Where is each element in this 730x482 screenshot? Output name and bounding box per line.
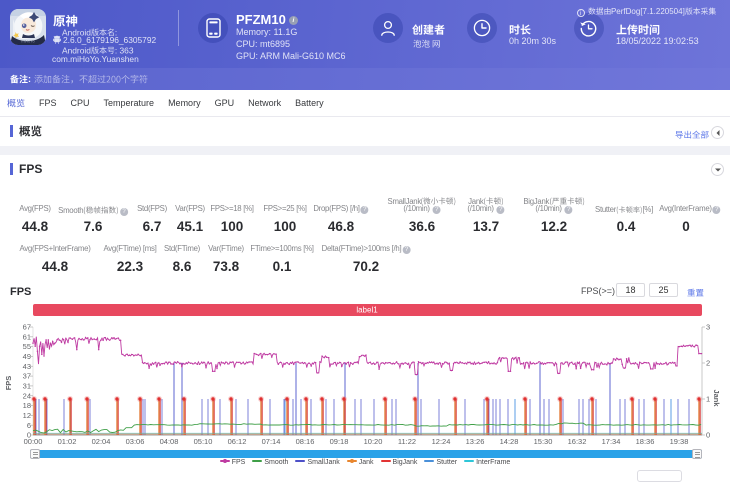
svg-text:3: 3 <box>706 323 710 332</box>
svg-text:02:04: 02:04 <box>92 437 111 446</box>
svg-text:12: 12 <box>23 411 31 420</box>
svg-text:49: 49 <box>23 352 31 361</box>
svg-text:13:26: 13:26 <box>466 437 485 446</box>
svg-text:67: 67 <box>23 323 31 332</box>
svg-text:18:36: 18:36 <box>636 437 655 446</box>
svg-text:09:18: 09:18 <box>330 437 349 446</box>
svg-text:2: 2 <box>706 359 710 368</box>
svg-text:37: 37 <box>23 372 31 381</box>
svg-text:19:38: 19:38 <box>670 437 689 446</box>
svg-text:05:10: 05:10 <box>194 437 213 446</box>
svg-text:14:28: 14:28 <box>500 437 519 446</box>
svg-text:04:08: 04:08 <box>160 437 179 446</box>
svg-text:17:34: 17:34 <box>602 437 621 446</box>
svg-text:07:14: 07:14 <box>262 437 281 446</box>
svg-text:label1: label1 <box>356 306 378 315</box>
svg-text:FPS: FPS <box>4 376 13 391</box>
svg-text:24: 24 <box>23 391 31 400</box>
svg-text:55: 55 <box>23 342 31 351</box>
svg-text:12:24: 12:24 <box>432 437 451 446</box>
svg-text:0: 0 <box>706 431 710 440</box>
svg-text:Jank: Jank <box>712 389 721 407</box>
svg-text:15:30: 15:30 <box>534 437 553 446</box>
svg-text:16:32: 16:32 <box>568 437 587 446</box>
svg-text:18: 18 <box>23 401 31 410</box>
svg-text:06:12: 06:12 <box>228 437 247 446</box>
svg-text:00:00: 00:00 <box>24 437 43 446</box>
svg-text:03:06: 03:06 <box>126 437 145 446</box>
svg-text:01:02: 01:02 <box>58 437 77 446</box>
svg-text:11:22: 11:22 <box>398 437 416 446</box>
svg-text:miHoYo: miHoYo <box>21 40 34 44</box>
svg-text:31: 31 <box>23 382 31 391</box>
svg-text:08:16: 08:16 <box>296 437 315 446</box>
svg-text:61: 61 <box>23 332 31 341</box>
svg-text:10:20: 10:20 <box>364 437 383 446</box>
svg-text:1: 1 <box>706 395 710 404</box>
svg-text:43: 43 <box>23 362 31 371</box>
